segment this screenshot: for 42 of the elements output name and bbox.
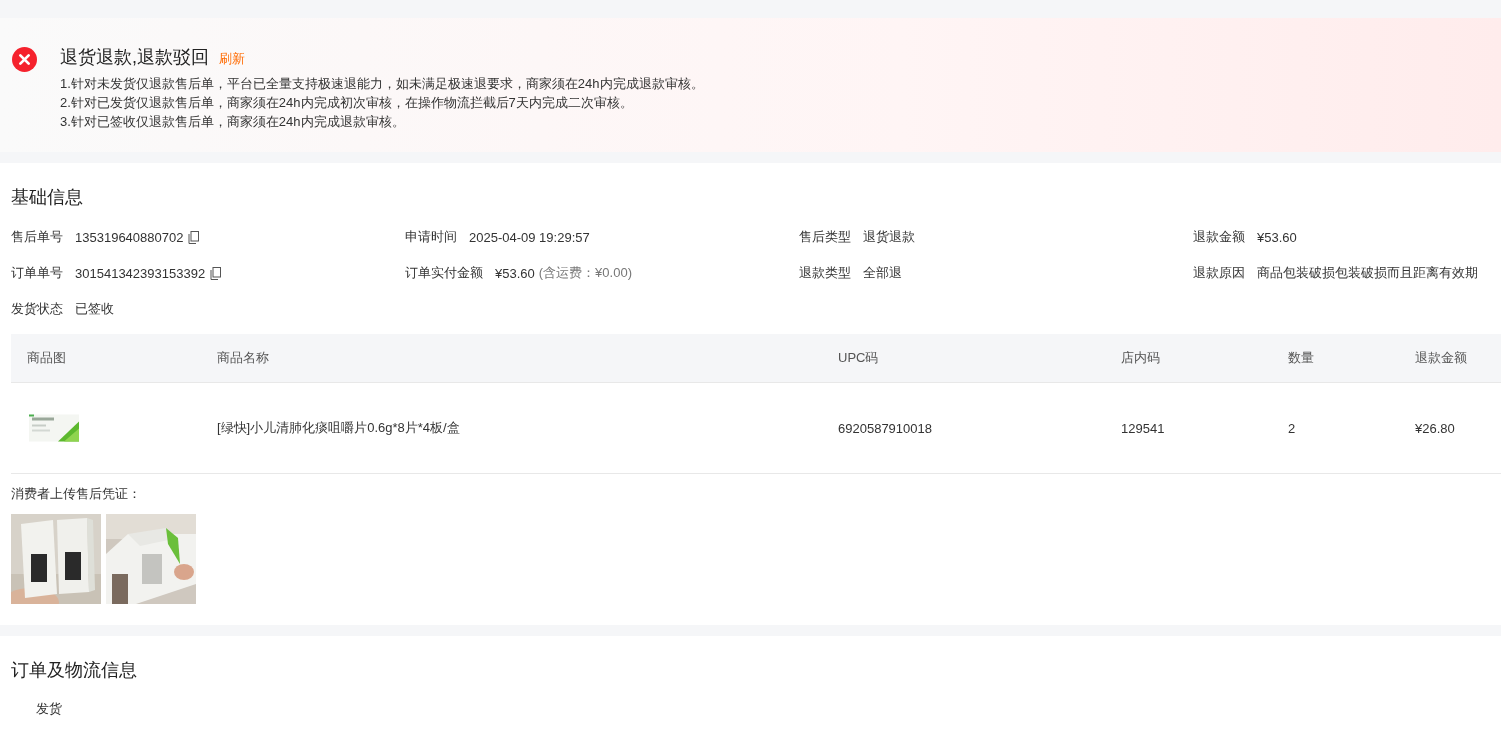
field-value: 301541342393153392 [75, 265, 206, 281]
alert-text: 3.针对已签收仅退款售后单，商家须在24h内完成退款审核。 [60, 113, 406, 131]
section-title: 订单及物流信息 [11, 659, 138, 682]
alert-text: 1.针对未发货仅退款售后单，平台已全量支持极速退能力，如未满足极速退要求，商家须在24h内完成退款审核。 [60, 75, 704, 93]
table-cell: ¥26.80 [1415, 420, 1455, 436]
evidence-label: 消费者上传售后凭证： [11, 485, 141, 503]
table-cell: [绿快]小儿清肺化痰咀嚼片0.6g*8片*4板/盒 [217, 419, 460, 437]
field-label: 申请时间 [405, 228, 457, 246]
section-title: 基础信息 [11, 186, 84, 209]
table-cell: 129541 [1121, 420, 1165, 436]
field-label: 发货状态 [11, 300, 63, 318]
field-value: 商品包装破损包装破损而且距离有效期 [1257, 264, 1478, 282]
field-value: 135319640880702 [75, 229, 184, 245]
table-cell: 6920587910018 [838, 420, 932, 436]
field-value: ¥53.60 [1257, 229, 1297, 245]
error-icon [12, 47, 37, 72]
field-note: (含运费：¥0.00) [538, 264, 632, 282]
field-label: 退款金额 [1193, 228, 1245, 246]
field-value: 2025-04-09 19:29:57 [469, 229, 590, 245]
column-header: 店内码 [1121, 349, 1160, 367]
alert-text: 2.针对已发货仅退款售后单，商家须在24h内完成初次审核，在操作物流拦截后7天内完成二次审核。 [60, 94, 634, 112]
column-header: UPC码 [838, 349, 879, 367]
field-value: ¥53.60 [495, 265, 535, 281]
field-label: 退款原因 [1193, 264, 1245, 282]
column-header: 退款金额 [1415, 349, 1467, 367]
column-header: 数量 [1288, 349, 1314, 367]
field-label: 售后单号 [11, 228, 63, 246]
column-header: 商品名称 [217, 349, 269, 367]
table-cell: 2 [1288, 420, 1296, 436]
field-label: 订单单号 [11, 264, 63, 282]
alert-title: 退货退款,退款驳回 [60, 46, 209, 69]
status-text: 发货 [36, 700, 62, 718]
field-value: 已签收 [75, 300, 114, 318]
field-value: 全部退 [863, 264, 902, 282]
column-header: 商品图 [27, 349, 66, 367]
copy-icon[interactable] [187, 230, 201, 244]
refresh-link[interactable]: 刷新 [219, 50, 245, 68]
field-value: 退货退款 [863, 228, 915, 246]
field-label: 售后类型 [799, 228, 851, 246]
field-label: 退款类型 [799, 264, 851, 282]
field-label: 订单实付金额 [405, 264, 483, 282]
copy-icon[interactable] [209, 266, 223, 280]
